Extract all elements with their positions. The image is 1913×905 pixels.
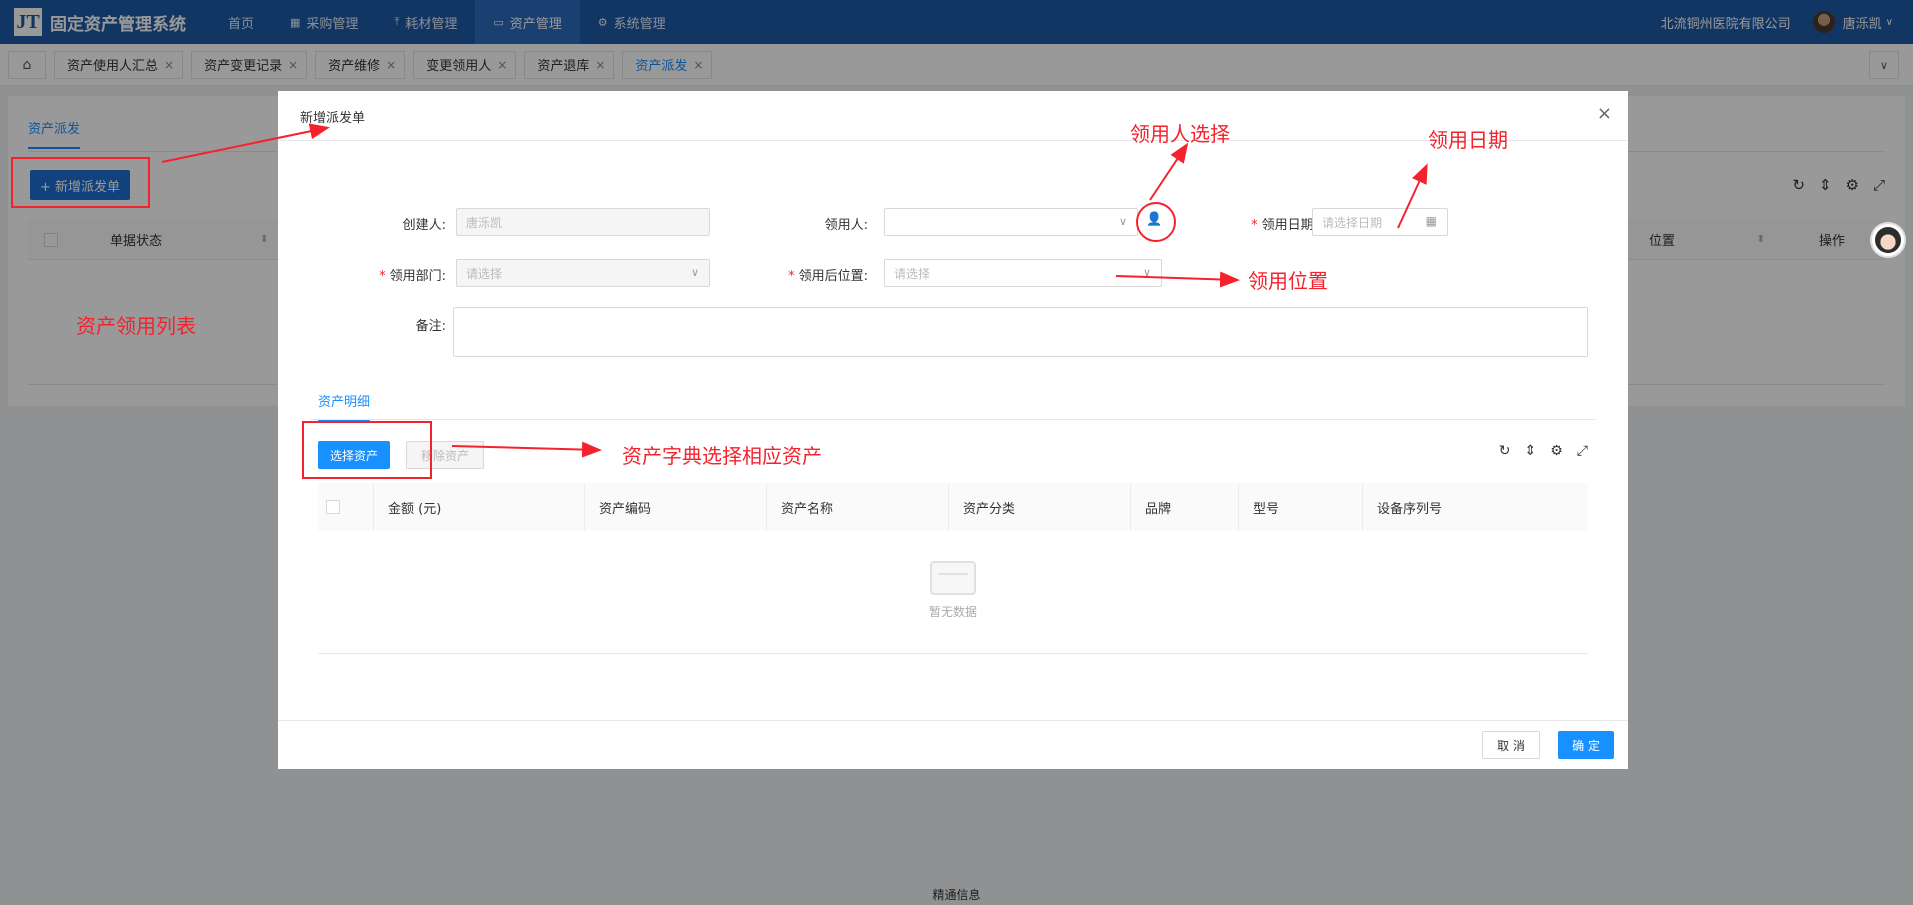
recipient-select[interactable]: ∨ (884, 208, 1138, 236)
modal-title: 新增派发单 (300, 111, 366, 126)
annotation-box-new-button (11, 157, 150, 208)
column-model-label: 型号 (1253, 501, 1280, 517)
location-label: * 领用后位置: (708, 265, 868, 284)
date-label-text: 领用日期: (1261, 218, 1318, 233)
dept-label-text: 领用部门: (389, 269, 446, 284)
detail-toolbar: ↻ ⇕ ⚙ ⤢ (1499, 443, 1588, 459)
empty-text: 暂无数据 (928, 605, 977, 619)
location-select[interactable]: 请选择 ∨ (884, 259, 1162, 287)
annotation-location: 领用位置 (1248, 269, 1328, 293)
annotation-recipient-select: 领用人选择 (1130, 122, 1230, 146)
column-model: 型号 (1238, 483, 1279, 531)
chevron-down-icon: ∨ (1118, 215, 1127, 228)
dept-select[interactable]: 请选择 ∨ (456, 259, 710, 287)
column-serial-number-label: 设备序列号 (1377, 501, 1443, 517)
column-asset-category-label: 资产分类 (963, 501, 1016, 517)
annotation-recipient-date: 领用日期 (1428, 128, 1508, 152)
divider (310, 419, 1596, 420)
column-asset-name: 资产名称 (766, 483, 833, 531)
location-label-text: 领用后位置: (798, 269, 868, 284)
refresh-icon[interactable]: ↻ (1499, 443, 1511, 459)
divider (318, 653, 1588, 654)
user-icon[interactable]: 👤 (1146, 212, 1162, 227)
annotation-box-select-button (302, 421, 432, 479)
location-placeholder: 请选择 (894, 266, 931, 281)
date-label: * 领用日期: (1208, 214, 1318, 233)
confirm-button[interactable]: 确 定 (1558, 731, 1614, 759)
column-amount-label: 金额 (元) (388, 501, 442, 517)
required-mark: * (379, 269, 386, 284)
annotation-dict-select: 资产字典选择相应资产 (622, 444, 822, 468)
date-picker[interactable]: 请选择日期 ▦ (1312, 208, 1448, 236)
chevron-down-icon: ∨ (690, 266, 699, 279)
cancel-button[interactable]: 取 消 (1482, 731, 1540, 759)
new-dispatch-modal: 新增派发单 × 创建人: 唐泺凯 领用人: ∨ 👤 * 领用日期: 请选择日期 ▦ … (278, 91, 1628, 769)
column-brand-label: 品牌 (1145, 501, 1172, 517)
required-mark: * (1251, 218, 1258, 233)
calendar-icon: ▦ (1425, 214, 1437, 228)
chevron-down-icon: ∨ (1142, 266, 1151, 279)
annotation-list: 资产领用列表 (76, 314, 196, 338)
column-serial-number: 设备序列号 (1362, 483, 1442, 531)
column-amount: 金额 (元) (373, 483, 441, 531)
assistant-avatar[interactable] (1870, 222, 1906, 258)
fullscreen-icon[interactable]: ⤢ (1577, 443, 1588, 459)
date-placeholder: 请选择日期 (1322, 215, 1383, 230)
column-asset-code: 资产编码 (584, 483, 651, 531)
creator-value: 唐泺凯 (466, 215, 503, 230)
gear-icon[interactable]: ⚙ (1550, 443, 1563, 459)
tab-asset-detail[interactable]: 资产明细 (318, 391, 371, 422)
required-mark: * (788, 269, 795, 284)
empty-inbox-icon (930, 561, 976, 595)
dept-label: * 领用部门: (328, 265, 446, 284)
column-asset-name-label: 资产名称 (781, 501, 834, 517)
remark-textarea[interactable] (453, 307, 1588, 357)
column-asset-code-label: 资产编码 (599, 501, 652, 517)
assistant-face-icon (1875, 227, 1901, 253)
dept-placeholder: 请选择 (466, 266, 503, 281)
density-icon[interactable]: ⇕ (1525, 443, 1537, 459)
divider (278, 720, 1628, 721)
column-brand: 品牌 (1130, 483, 1171, 531)
empty-state: 暂无数据 (278, 561, 1628, 620)
select-all-checkbox[interactable] (326, 500, 340, 514)
creator-field: 唐泺凯 (456, 208, 710, 236)
asset-detail-table-header: 金额 (元) 资产编码 资产名称 资产分类 品牌 型号 设备序列号 (318, 483, 1588, 531)
divider (278, 140, 1628, 141)
column-asset-category: 资产分类 (948, 483, 1015, 531)
remark-label: 备注: (415, 319, 446, 334)
recipient-label: 领用人: (824, 218, 868, 233)
creator-label: 创建人: (402, 218, 446, 233)
close-icon[interactable]: × (1597, 103, 1612, 124)
